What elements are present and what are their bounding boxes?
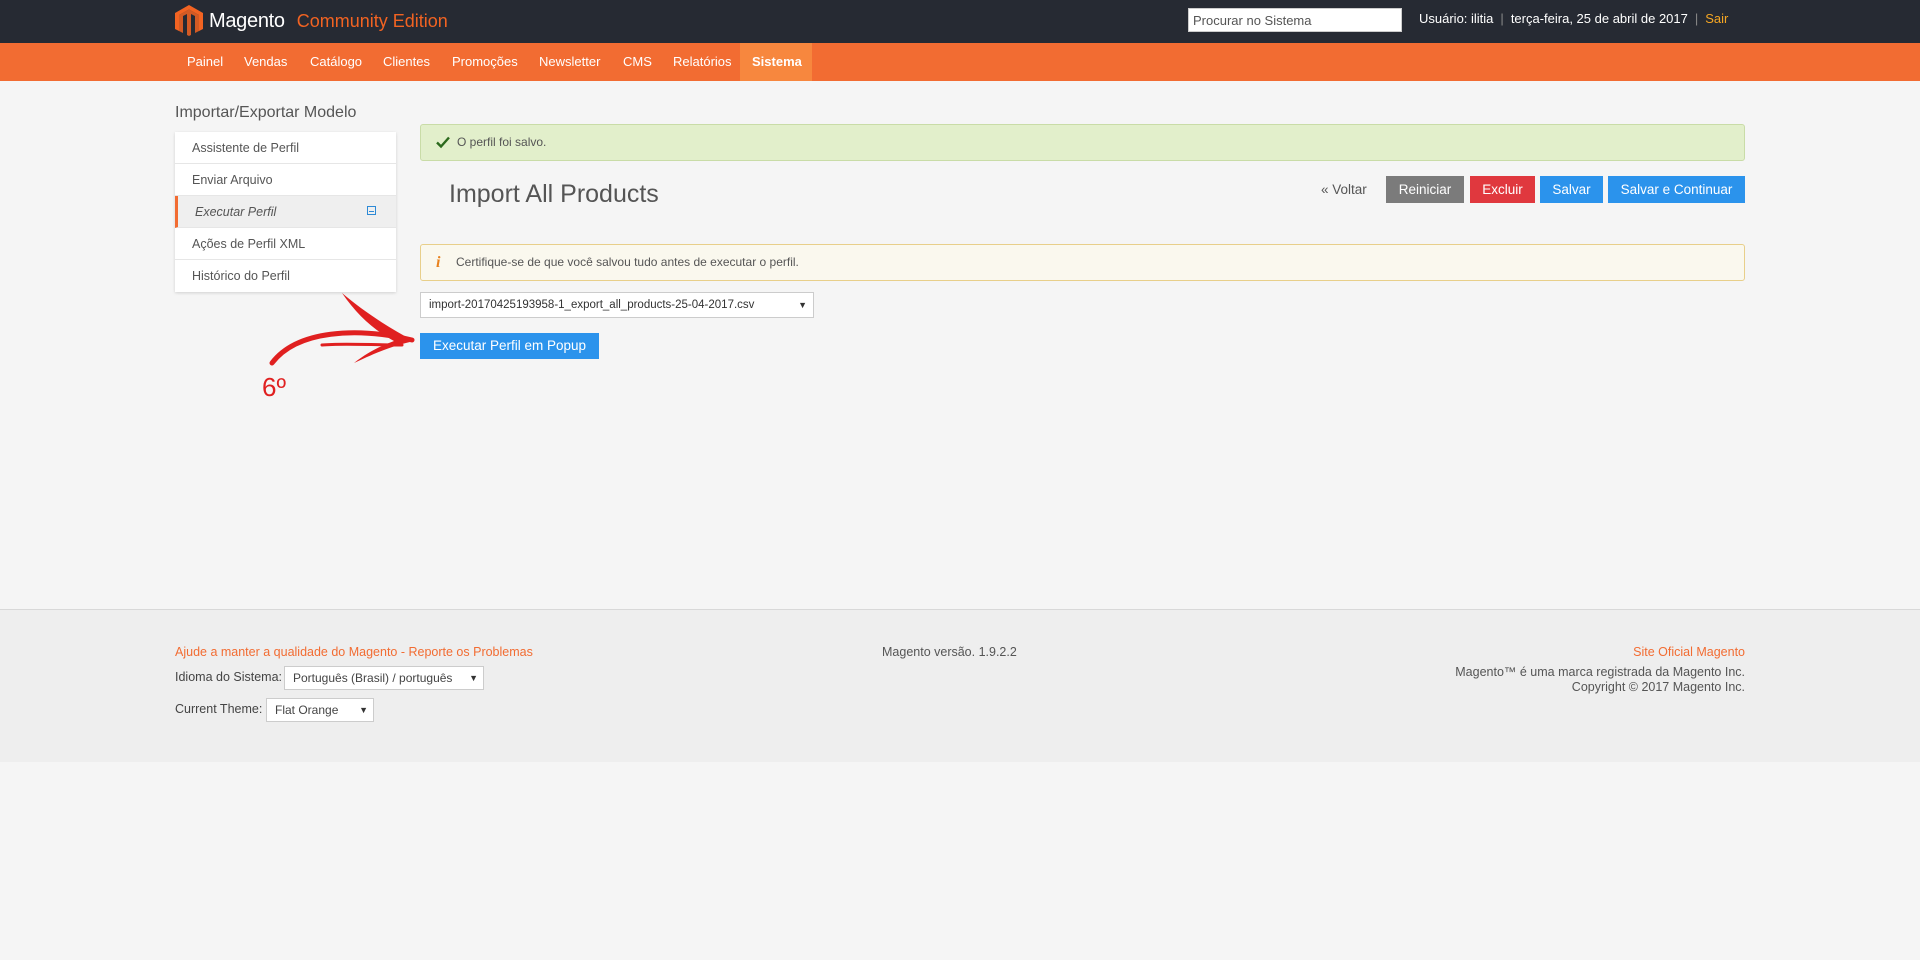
unsaved-changes-icon: [367, 206, 376, 215]
run-profile-popup-button[interactable]: Executar Perfil em Popup: [420, 333, 599, 359]
footer: Ajude a manter a qualidade do Magento - …: [0, 609, 1920, 762]
edition-name: Community Edition: [296, 10, 448, 31]
nav-item-clientes[interactable]: Clientes: [371, 43, 442, 81]
nav-item-newsletter[interactable]: Newsletter: [527, 43, 612, 81]
main-navigation: Painel Vendas Catálogo Clientes Promoçõe…: [0, 43, 1920, 81]
notice-message: i Certifique-se de que você salvou tudo …: [420, 244, 1745, 281]
theme-label: Current Theme:: [175, 702, 263, 716]
success-text: O perfil foi salvo.: [457, 135, 547, 149]
back-link[interactable]: « Voltar: [1321, 176, 1367, 203]
report-issues-link[interactable]: Ajude a manter a qualidade do Magento - …: [175, 645, 533, 659]
tab-enviar-arquivo[interactable]: Enviar Arquivo: [175, 164, 396, 196]
theme-value: Flat Orange: [275, 703, 339, 717]
logout-link[interactable]: Sair: [1705, 11, 1728, 26]
notice-text: Certifique-se de que você salvou tudo an…: [456, 255, 799, 269]
nav-item-painel[interactable]: Painel: [175, 43, 235, 81]
annotation-arrow-icon: [269, 293, 415, 366]
nav-item-promocoes[interactable]: Promoções: [440, 43, 530, 81]
trademark-line: Magento™ é uma marca registrada da Magen…: [1455, 665, 1745, 679]
tab-acoes-de-perfil-xml[interactable]: Ações de Perfil XML: [175, 228, 396, 260]
official-site-link[interactable]: Site Oficial Magento: [1633, 645, 1745, 659]
annotation-step-label: 6º: [262, 372, 286, 402]
magento-logo[interactable]: Magento Community Edition: [175, 3, 448, 39]
separator: |: [1694, 11, 1699, 26]
top-header: Magento Community Edition Usuário: iliti…: [0, 0, 1920, 43]
copyright-line: Copyright © 2017 Magento Inc.: [1571, 680, 1745, 694]
file-select-value: import-20170425193958-1_export_all_produ…: [429, 299, 755, 311]
version-text: Magento versão. 1.9.2.2: [882, 645, 1017, 659]
profile-tabs: Assistente de Perfil Enviar Arquivo Exec…: [175, 132, 396, 292]
tab-assistente-de-perfil[interactable]: Assistente de Perfil: [175, 132, 396, 164]
nav-item-catalogo[interactable]: Catálogo: [298, 43, 374, 81]
language-value: Português (Brasil) / português: [293, 671, 453, 685]
tab-executar-perfil[interactable]: Executar Perfil: [175, 196, 396, 228]
save-button[interactable]: Salvar: [1540, 176, 1603, 203]
checkmark-icon: [436, 136, 450, 149]
trademark-text: Magento™ é uma marca registrada da Magen…: [1455, 665, 1745, 695]
import-file-select[interactable]: import-20170425193958-1_export_all_produ…: [420, 292, 814, 318]
current-date: terça-feira, 25 de abril de 2017: [1510, 11, 1688, 26]
delete-button[interactable]: Excluir: [1470, 176, 1535, 203]
chevron-down-icon: ▼: [359, 705, 368, 715]
separator: |: [1500, 11, 1504, 26]
reset-button[interactable]: Reiniciar: [1386, 176, 1464, 203]
language-label: Idioma do Sistema:: [175, 670, 282, 684]
brand-name: Magento: [209, 9, 285, 32]
page-title: Import All Products: [449, 180, 659, 208]
tab-label: Executar Perfil: [195, 205, 277, 219]
magento-logo-icon: [175, 5, 203, 36]
user-label: Usuário: ilitia: [1419, 11, 1494, 26]
nav-item-relatorios[interactable]: Relatórios: [661, 43, 744, 81]
save-and-continue-button[interactable]: Salvar e Continuar: [1608, 176, 1745, 203]
language-select[interactable]: Português (Brasil) / português ▼: [284, 666, 484, 690]
nav-item-vendas[interactable]: Vendas: [232, 43, 299, 81]
header-user-info: Usuário: ilitia | terça-feira, 25 de abril…: [1419, 11, 1728, 26]
global-search-input[interactable]: [1188, 8, 1402, 32]
sidebar-title: Importar/Exportar Modelo: [175, 104, 357, 121]
chevron-down-icon: ▼: [469, 673, 478, 683]
theme-select[interactable]: Flat Orange ▼: [266, 698, 374, 722]
nav-item-cms[interactable]: CMS: [611, 43, 664, 81]
nav-item-sistema[interactable]: Sistema: [740, 43, 812, 81]
info-icon: i: [436, 254, 441, 271]
chevron-down-icon: ▼: [798, 300, 807, 310]
success-message: O perfil foi salvo.: [420, 124, 1745, 161]
